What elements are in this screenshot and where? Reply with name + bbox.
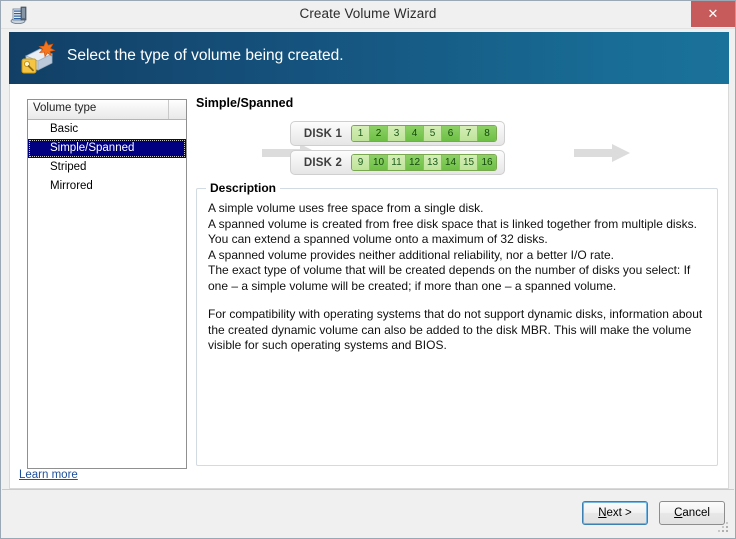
description-text: A simple volume uses free space from a s… — [208, 201, 705, 354]
content-area: Volume type Basic Simple/Spanned Striped… — [9, 84, 729, 489]
next-button[interactable]: Next > — [582, 501, 648, 525]
disk-block: 14 — [442, 155, 460, 170]
disk-block: 1 — [352, 126, 370, 141]
disk-block: 9 — [352, 155, 370, 170]
disk-block: 8 — [478, 126, 496, 141]
cancel-button-label: ancel — [682, 507, 710, 519]
list-item-basic[interactable]: Basic — [28, 120, 186, 139]
resize-grip-icon[interactable] — [718, 522, 730, 534]
disk-block: 10 — [370, 155, 388, 170]
description-line-4: The exact type of volume that will be cr… — [208, 263, 705, 294]
disk-block: 6 — [442, 126, 460, 141]
description-paragraph-2: For compatibility with operating systems… — [208, 307, 705, 354]
list-item-mirrored[interactable]: Mirrored — [28, 177, 186, 196]
next-button-label: ext > — [607, 507, 632, 519]
disk-block: 7 — [460, 126, 478, 141]
column-header-volume-type: Volume type — [33, 102, 96, 114]
create-volume-wizard-window: Create Volume Wizard ✕ Select the type o… — [0, 0, 736, 539]
description-line-1: A simple volume uses free space from a s… — [208, 201, 705, 217]
next-button-mnemonic: N — [598, 507, 606, 519]
page-title: Simple/Spanned — [196, 96, 718, 110]
disk-block: 16 — [478, 155, 496, 170]
disk-block: 3 — [388, 126, 406, 141]
disk-blocks-1: 1 2 3 4 5 6 7 8 — [351, 125, 497, 142]
footer-bar: Next > Cancel — [2, 489, 734, 537]
wizard-banner: Select the type of volume being created. — [9, 32, 729, 84]
banner-title: Select the type of volume being created. — [67, 47, 344, 65]
disk-label-2: DISK 2 — [295, 157, 351, 169]
disk-block: 4 — [406, 126, 424, 141]
close-icon[interactable]: ✕ — [691, 1, 735, 27]
paragraph-spacer — [208, 294, 705, 307]
description-line-2: A spanned volume is created from free di… — [208, 217, 705, 248]
description-groupbox: Description A simple volume uses free sp… — [196, 188, 718, 466]
disk-block: 15 — [460, 155, 478, 170]
detail-panel: Simple/Spanned DISK 1 1 2 3 4 — [196, 96, 718, 472]
volume-type-list[interactable]: Volume type Basic Simple/Spanned Striped… — [27, 99, 187, 469]
disk-block: 11 — [388, 155, 406, 170]
list-column-header[interactable]: Volume type — [28, 100, 186, 120]
title-bar: Create Volume Wizard ✕ — [1, 1, 735, 29]
disk-blocks-2: 9 10 11 12 13 14 15 16 — [351, 154, 497, 171]
learn-more-link[interactable]: Learn more — [19, 469, 78, 481]
list-item-simple-spanned[interactable]: Simple/Spanned — [28, 139, 186, 158]
create-volume-icon — [19, 39, 59, 77]
volume-diagram: DISK 1 1 2 3 4 5 6 7 8 DISK — [196, 118, 718, 190]
window-title: Create Volume Wizard — [1, 6, 735, 21]
list-item-striped[interactable]: Striped — [28, 158, 186, 177]
cancel-button[interactable]: Cancel — [659, 501, 725, 525]
disk-block: 5 — [424, 126, 442, 141]
column-divider[interactable] — [168, 100, 169, 119]
disk-block: 13 — [424, 155, 442, 170]
disk-label-1: DISK 1 — [295, 128, 351, 140]
description-line-3: A spanned volume provides neither additi… — [208, 248, 705, 264]
disk-row-2: DISK 2 9 10 11 12 13 14 15 16 — [290, 150, 505, 175]
disk-row-1: DISK 1 1 2 3 4 5 6 7 8 — [290, 121, 505, 146]
disk-block: 12 — [406, 155, 424, 170]
arrow-right-icon-right — [574, 144, 630, 162]
disk-stack: DISK 1 1 2 3 4 5 6 7 8 DISK — [290, 121, 505, 179]
description-legend: Description — [206, 181, 280, 195]
list-rows: Basic Simple/Spanned Striped Mirrored — [28, 120, 186, 468]
disk-block: 2 — [370, 126, 388, 141]
